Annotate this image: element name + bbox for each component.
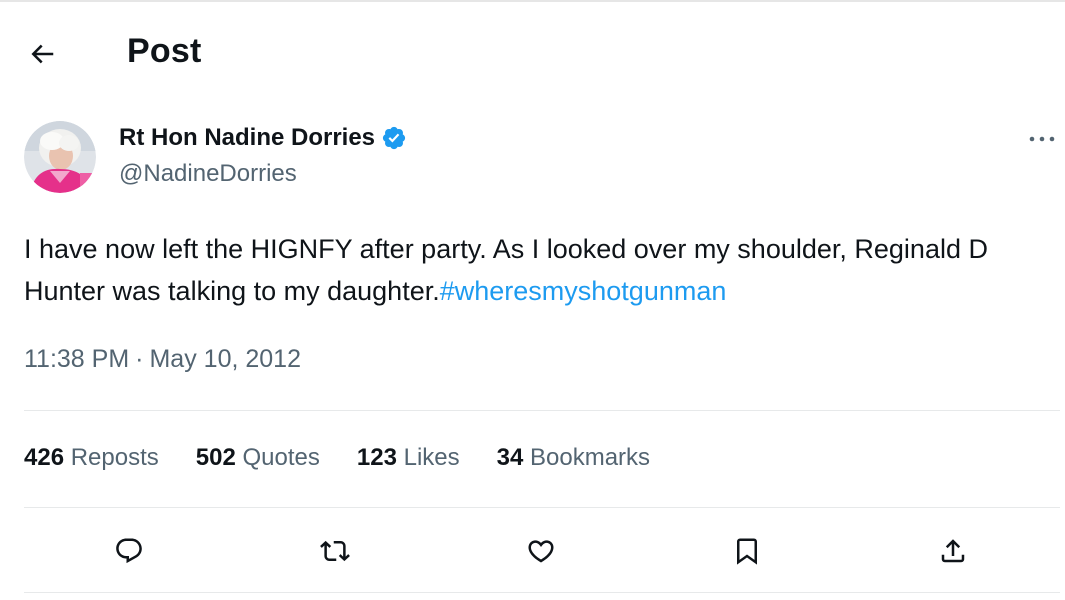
bookmark-button[interactable] xyxy=(724,528,770,574)
like-icon xyxy=(528,540,554,563)
reply-button[interactable] xyxy=(106,528,152,574)
repost-icon xyxy=(320,540,350,562)
verified-badge-icon xyxy=(381,125,407,151)
reply-icon xyxy=(116,538,142,564)
more-icon xyxy=(1029,136,1055,142)
more-options-button[interactable] xyxy=(1026,126,1058,152)
engagement-stats: 426 Reposts 502 Quotes 123 Likes 34 Book… xyxy=(24,444,687,472)
avatar[interactable] xyxy=(24,121,96,193)
post-header: Post xyxy=(0,2,1065,100)
timestamp-separator: · xyxy=(135,345,144,373)
tweet-text: I have now left the HIGNFY after party. … xyxy=(24,228,1044,312)
author-handle[interactable]: @NadineDorries xyxy=(119,160,297,188)
stat-label: Quotes xyxy=(242,444,320,471)
hashtag-link[interactable]: #wheresmyshotgunman xyxy=(440,276,727,306)
divider xyxy=(24,410,1060,411)
divider xyxy=(24,507,1060,508)
stat-likes[interactable]: 123 Likes xyxy=(357,444,460,472)
stat-count: 426 xyxy=(24,444,65,471)
stat-count: 34 xyxy=(496,444,524,471)
author-name[interactable]: Rt Hon Nadine Dorries xyxy=(119,124,407,152)
stat-count: 123 xyxy=(356,444,397,471)
stat-quotes[interactable]: 502 Quotes xyxy=(196,444,320,472)
page-title: Post xyxy=(127,32,202,70)
like-button[interactable] xyxy=(518,528,564,574)
share-icon xyxy=(941,539,965,563)
stat-label: Likes xyxy=(403,444,460,471)
stat-label: Reposts xyxy=(70,444,159,471)
repost-button[interactable] xyxy=(312,528,358,574)
stat-bookmarks[interactable]: 34 Bookmarks xyxy=(497,444,650,472)
stat-count: 502 xyxy=(195,444,236,471)
stat-reposts[interactable]: 426 Reposts xyxy=(24,444,159,472)
tweet-date: May 10, 2012 xyxy=(149,345,301,373)
avatar-image xyxy=(24,121,96,193)
author-name-text: Rt Hon Nadine Dorries xyxy=(119,124,376,151)
stat-label: Bookmarks xyxy=(530,444,651,471)
arrow-left-icon xyxy=(31,44,54,64)
action-bar xyxy=(0,528,1065,574)
share-button[interactable] xyxy=(930,528,976,574)
bookmark-icon xyxy=(737,538,757,565)
divider xyxy=(24,592,1060,593)
back-button[interactable] xyxy=(22,34,62,74)
timestamp[interactable]: 11:38 PM · May 10, 2012 xyxy=(24,345,301,374)
tweet-time: 11:38 PM xyxy=(24,345,130,373)
